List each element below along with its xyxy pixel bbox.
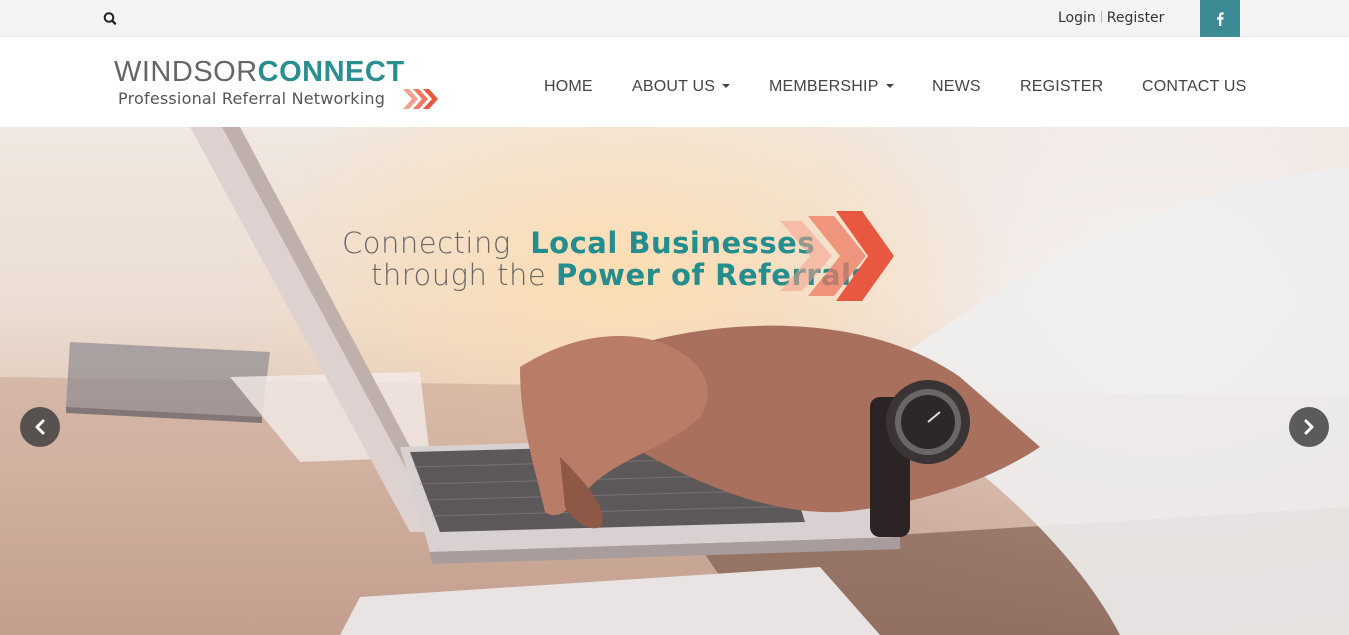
nav-home-label: HOME (544, 78, 593, 95)
logo-connect-text: CONNECT (257, 56, 405, 88)
chevron-right-icon (1304, 419, 1314, 435)
top-utility-bar: Login Register (0, 0, 1349, 37)
hero-line1-highlight: Local Businesses (530, 226, 816, 260)
carousel-next-button[interactable] (1289, 407, 1329, 447)
nav-contact-us-label: CONTACT US (1142, 78, 1247, 95)
hero-line1-plain: Connecting (342, 226, 511, 260)
nav-about-us-label: ABOUT US (632, 78, 716, 95)
logo-tagline: Professional Referral Networking (118, 89, 386, 108)
hero-chevrons-icon (780, 211, 894, 301)
hero-carousel: Connecting Local Businesses through the … (0, 127, 1349, 635)
logo-wordmark: WINDSORCONNECT (114, 57, 405, 87)
auth-links: Login Register (1058, 10, 1164, 26)
site-logo[interactable]: WINDSORCONNECT Professional Referral Net… (114, 57, 444, 117)
nav-register-label: REGISTER (1020, 78, 1104, 95)
register-link[interactable]: Register (1107, 10, 1165, 26)
nav-membership-label: MEMBERSHIP (769, 78, 879, 95)
logo-chevrons-icon (403, 89, 438, 109)
nav-contact-us[interactable]: CONTACT US (1142, 78, 1247, 96)
facebook-button[interactable] (1200, 0, 1240, 37)
logo-windsor-text: WINDSOR (114, 56, 258, 88)
nav-home[interactable]: HOME (544, 78, 593, 96)
nav-register[interactable]: REGISTER (1020, 78, 1103, 96)
chevron-left-icon (35, 419, 45, 435)
nav-news[interactable]: NEWS (932, 78, 981, 96)
facebook-icon (1217, 11, 1224, 26)
caret-down-icon (885, 84, 894, 88)
carousel-prev-button[interactable] (20, 407, 60, 447)
nav-membership[interactable]: MEMBERSHIP (769, 78, 894, 96)
search-button[interactable] (100, 9, 120, 29)
nav-about-us[interactable]: ABOUT US (632, 78, 731, 96)
caret-down-icon (722, 84, 731, 88)
nav-news-label: NEWS (932, 78, 981, 95)
hero-background-image (0, 127, 1349, 635)
hero-line2-plain: through the (371, 258, 547, 292)
auth-divider (1100, 11, 1102, 23)
login-link[interactable]: Login (1058, 10, 1096, 26)
hero-headline-line1: Connecting Local Businesses (342, 226, 815, 260)
search-icon (103, 12, 117, 25)
